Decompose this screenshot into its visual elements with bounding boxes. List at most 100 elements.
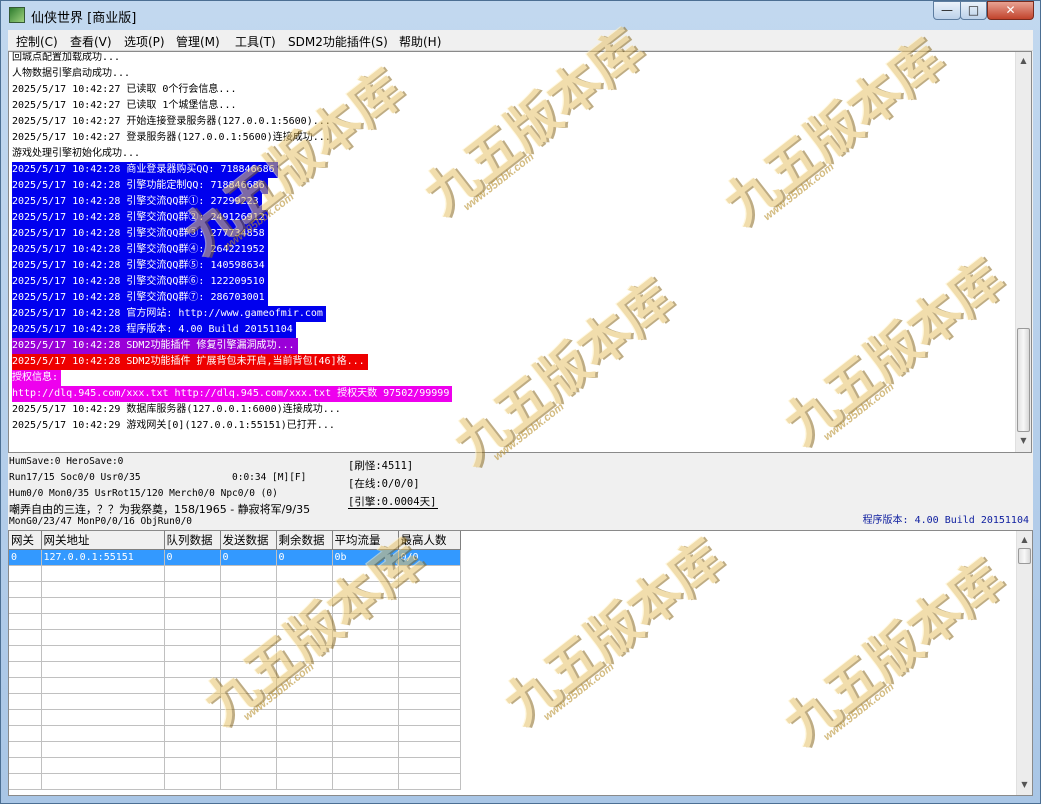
empty-table-cell: [398, 629, 461, 646]
empty-table-row: [9, 773, 461, 790]
gate-table-panel[interactable]: 网关 网关地址 队列数据 发送数据 剩余数据 平均流量 最高人数 0 127.0.…: [8, 530, 1033, 796]
app-icon[interactable]: [9, 7, 25, 23]
menu-sdm2-plugin[interactable]: SDM2功能插件(S): [288, 33, 388, 50]
empty-table-cell: [41, 677, 165, 694]
window-title: 仙侠世界 [商业版]: [31, 11, 137, 26]
menu-view[interactable]: 查看(V): [70, 33, 112, 50]
empty-table-cell: [164, 661, 221, 678]
log-line-text: 2025/5/17 10:42:29 游戏网关[0](127.0.0.1:551…: [12, 418, 338, 434]
log-line-text: 2025/5/17 10:42:28 商业登录器购买QQ: 718846686: [12, 162, 278, 178]
empty-table-cell: [41, 629, 165, 646]
empty-table-cell: [164, 757, 221, 774]
log-scrollbar[interactable]: ▲ ▼: [1015, 52, 1031, 452]
table-cell: 0: [164, 549, 221, 566]
empty-table-cell: [220, 629, 277, 646]
log-line: 回城点配置加载成功...: [12, 52, 452, 66]
log-line-text: 2025/5/17 10:42:29 数据库服务器(127.0.0.1:6000…: [12, 402, 344, 418]
empty-table-cell: [332, 757, 399, 774]
empty-table-row: [9, 661, 461, 678]
client-area: 回城点配置加载成功... 人物数据引擎启动成功... 2025/5/17 10:42…: [8, 51, 1033, 796]
empty-table-row: [9, 613, 461, 630]
empty-table-cell: [164, 709, 221, 726]
col-queue-data[interactable]: 队列数据: [164, 531, 221, 550]
empty-table-cell: [9, 757, 42, 774]
log-scroll-thumb[interactable]: [1017, 328, 1030, 432]
engine-underline: [348, 508, 438, 509]
log-line-text: http://dlq.945.com/xxx.txt http://dlq.94…: [12, 386, 453, 402]
empty-table-cell: [9, 597, 42, 614]
empty-table-cell: [9, 581, 42, 598]
log-line-text: 2025/5/17 10:42:28 引擎功能定制QQ: 718846686: [12, 178, 268, 194]
empty-table-cell: [332, 725, 399, 742]
minimize-button[interactable]: —: [933, 1, 961, 20]
table-cell: 0/0: [398, 549, 461, 566]
object-status: Hum0/0 Mon0/35 UsrRot15/120 Merch0/0 Npc…: [9, 488, 278, 499]
table-cell: 127.0.0.1:55151: [41, 549, 165, 566]
empty-table-cell: [220, 597, 277, 614]
empty-table-cell: [332, 613, 399, 630]
empty-table-cell: [398, 645, 461, 662]
empty-table-cell: [332, 773, 399, 790]
log-line: 2025/5/17 10:42:28 SDM2功能插件 修复引擎漏洞成功...: [12, 338, 452, 354]
empty-table-cell: [164, 741, 221, 758]
empty-table-cell: [41, 565, 165, 582]
empty-table-cell: [332, 565, 399, 582]
table-scrollbar[interactable]: ▲ ▼: [1016, 531, 1032, 795]
empty-table-row: [9, 677, 461, 694]
log-line-text: 2025/5/17 10:42:28 引擎交流QQ群⑦: 286703001: [12, 290, 268, 306]
scroll-up-arrow-icon[interactable]: ▲: [1018, 55, 1029, 67]
menu-manage[interactable]: 管理(M): [176, 33, 220, 50]
empty-table-cell: [41, 613, 165, 630]
empty-table-cell: [398, 757, 461, 774]
table-cell: 0: [9, 549, 42, 566]
menu-help[interactable]: 帮助(H): [399, 33, 441, 50]
log-line: 授权信息:: [12, 370, 452, 386]
table-scroll-down-arrow-icon[interactable]: ▼: [1019, 779, 1030, 791]
log-panel[interactable]: 回城点配置加载成功... 人物数据引擎启动成功... 2025/5/17 10:42…: [8, 51, 1032, 453]
log-line-text: 游戏处理引擎初始化成功...: [12, 146, 144, 162]
empty-table-cell: [398, 773, 461, 790]
col-gate-address[interactable]: 网关地址: [41, 531, 165, 550]
empty-table-cell: [276, 725, 333, 742]
col-sent-data[interactable]: 发送数据: [220, 531, 277, 550]
col-avg-traffic[interactable]: 平均流量: [332, 531, 399, 550]
title-bar[interactable]: 仙侠世界 [商业版] — □ ✕: [1, 1, 1040, 29]
maximize-button[interactable]: □: [960, 1, 987, 20]
empty-table-cell: [276, 709, 333, 726]
col-remaining-data[interactable]: 剩余数据: [276, 531, 333, 550]
close-button[interactable]: ✕: [987, 1, 1034, 20]
log-line: 2025/5/17 10:42:29 数据库服务器(127.0.0.1:6000…: [12, 402, 452, 418]
empty-table-cell: [9, 741, 42, 758]
empty-table-cell: [332, 597, 399, 614]
empty-table-cell: [9, 677, 42, 694]
menu-options[interactable]: 选项(P): [124, 33, 165, 50]
col-gate[interactable]: 网关: [9, 531, 42, 550]
empty-table-cell: [398, 581, 461, 598]
col-max-users[interactable]: 最高人数: [398, 531, 461, 550]
scroll-down-arrow-icon[interactable]: ▼: [1018, 435, 1029, 447]
monster-status: MonG0/23/47 MonP0/0/16 ObjRun0/0: [9, 516, 193, 527]
table-scroll-up-arrow-icon[interactable]: ▲: [1019, 534, 1030, 546]
log-line: 2025/5/17 10:42:29 游戏网关[0](127.0.0.1:551…: [12, 418, 452, 434]
log-line: 2025/5/17 10:42:27 开始连接登录服务器(127.0.0.1:5…: [12, 114, 452, 130]
table-row[interactable]: 0 127.0.0.1:55151 0 0 0 0b 0/0: [9, 549, 461, 566]
empty-table-cell: [276, 645, 333, 662]
table-scroll-thumb[interactable]: [1018, 548, 1031, 564]
log-line-text: 人物数据引擎启动成功...: [12, 66, 134, 82]
log-line: 2025/5/17 10:42:28 SDM2功能插件 扩展背包未开启,当前背包…: [12, 354, 452, 370]
empty-table-cell: [9, 709, 42, 726]
empty-table-cell: [276, 565, 333, 582]
log-line: 2025/5/17 10:42:27 登录服务器(127.0.0.1:5600)…: [12, 130, 452, 146]
menu-tools[interactable]: 工具(T): [235, 33, 276, 50]
empty-table-cell: [41, 757, 165, 774]
log-line-text: 2025/5/17 10:42:27 已读取 0个行会信息...: [12, 82, 240, 98]
menu-control[interactable]: 控制(C): [16, 33, 58, 50]
empty-table-cell: [41, 645, 165, 662]
empty-table-cell: [164, 677, 221, 694]
empty-table-cell: [164, 597, 221, 614]
empty-table-cell: [276, 773, 333, 790]
empty-table-cell: [220, 741, 277, 758]
table-cell: 0: [220, 549, 277, 566]
empty-table-cell: [220, 709, 277, 726]
refresh-monsters-label: [刷怪:4511]: [348, 460, 414, 472]
